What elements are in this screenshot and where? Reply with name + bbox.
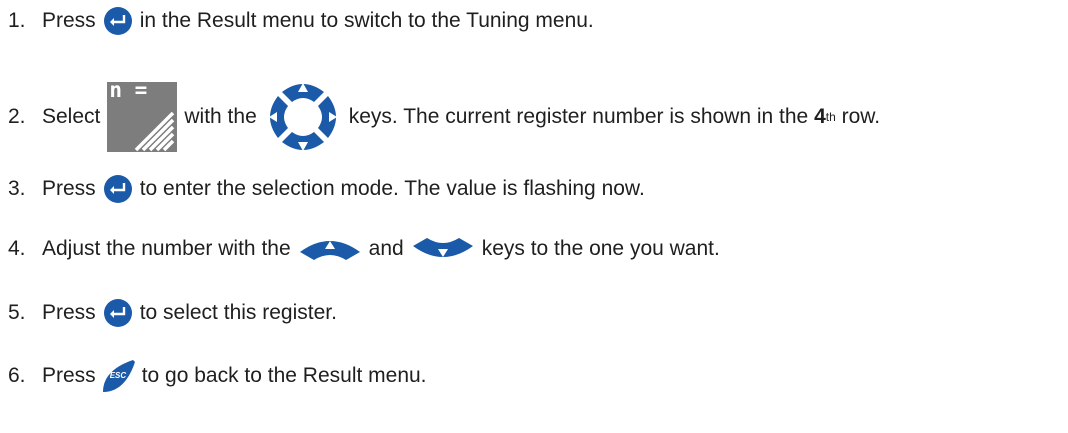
row-number: 4 bbox=[814, 105, 826, 128]
enter-key-icon bbox=[103, 6, 133, 36]
step-text: keys. The current register number is sho… bbox=[348, 105, 809, 128]
step-4: 4. Adjust the number with the and keys t… bbox=[8, 236, 720, 262]
up-key-icon bbox=[298, 236, 362, 262]
step-text: row. bbox=[835, 105, 881, 128]
step-6: 6. Press ESC to go back to the Result me… bbox=[8, 360, 427, 392]
step-number: 6. bbox=[8, 364, 26, 387]
esc-key-icon: ESC bbox=[102, 360, 135, 392]
step-text: Adjust the number with the bbox=[42, 237, 291, 260]
step-text: Press bbox=[42, 177, 96, 200]
step-1: 1. Press in the Result menu to switch to… bbox=[8, 6, 594, 36]
step-number: 4. bbox=[8, 237, 26, 260]
step-text: with the bbox=[184, 105, 257, 128]
down-key-icon bbox=[411, 236, 475, 262]
enter-key-icon bbox=[103, 174, 133, 204]
step-text: Select bbox=[42, 105, 101, 128]
step-text: to go back to the Result menu. bbox=[141, 364, 427, 387]
esc-label: ESC bbox=[109, 371, 127, 380]
step-text: keys to the one you want. bbox=[481, 237, 720, 260]
step-5: 5. Press to select this register. bbox=[8, 298, 337, 328]
step-text: and bbox=[368, 237, 404, 260]
step-text: in the Result menu to switch to the Tuni… bbox=[139, 9, 594, 32]
step-text: to select this register. bbox=[139, 301, 337, 324]
step-number: 3. bbox=[8, 177, 26, 200]
step-text: Press bbox=[42, 9, 96, 32]
enter-key-icon bbox=[103, 298, 133, 328]
step-2: 2. Select n = with the keys. The current… bbox=[8, 78, 880, 156]
step-number: 1. bbox=[8, 9, 26, 32]
step-3: 3. Press to enter the selection mode. Th… bbox=[8, 174, 645, 204]
tuning-menu-icon: n = bbox=[107, 78, 178, 152]
navigation-keys-icon bbox=[264, 78, 342, 156]
step-number: 2. bbox=[8, 105, 26, 128]
step-text: to enter the selection mode. The value i… bbox=[139, 177, 645, 200]
step-text: Press bbox=[42, 364, 96, 387]
step-number: 5. bbox=[8, 301, 26, 324]
step-text: Press bbox=[42, 301, 96, 324]
